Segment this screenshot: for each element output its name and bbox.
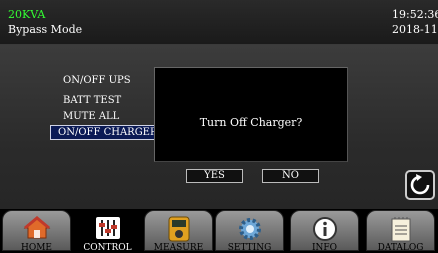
tab-home[interactable]: HOME	[2, 210, 71, 253]
tab-setting-label: SETTING	[227, 243, 272, 253]
bottom-tab-bar: HOME CONTROL MEASURE SETTING INFO DATALO…	[0, 210, 438, 253]
clock-time: 19:52:36	[392, 8, 438, 21]
tab-datalog[interactable]: DATALOG	[366, 210, 435, 253]
sliders-icon	[95, 217, 120, 239]
tab-setting[interactable]: SETTING	[215, 210, 284, 253]
tab-info[interactable]: INFO	[290, 210, 359, 253]
tab-control-label: CONTROL	[83, 243, 132, 253]
clock-date: 2018-11-0	[392, 23, 438, 36]
back-button[interactable]	[405, 170, 435, 200]
menu-item-onoff-charger[interactable]: ON/OFF CHARGER	[50, 125, 165, 140]
operating-mode: Bypass Mode	[8, 23, 83, 36]
dialog-message: Turn Off Charger?	[199, 116, 303, 129]
tab-measure-label: MEASURE	[153, 243, 204, 253]
tab-control[interactable]: CONTROL	[73, 210, 142, 253]
confirm-dialog: Turn Off Charger?	[154, 67, 348, 162]
menu-item-onoff-ups[interactable]: ON/OFF UPS	[63, 75, 131, 86]
yes-button[interactable]: YES	[186, 169, 243, 183]
no-button[interactable]: NO	[262, 169, 319, 183]
multimeter-icon	[168, 216, 189, 242]
device-rating: 20KVA	[8, 8, 46, 21]
tab-home-label: HOME	[20, 243, 52, 253]
tab-info-label: INFO	[311, 243, 338, 253]
status-header: 20KVA Bypass Mode 19:52:36 2018-11-0	[0, 0, 438, 45]
tab-datalog-label: DATALOG	[377, 243, 424, 253]
menu-item-batt-test[interactable]: BATT TEST	[63, 95, 121, 106]
log-icon	[391, 217, 410, 242]
menu-item-mute-all[interactable]: MUTE ALL	[63, 111, 119, 122]
home-icon	[23, 216, 50, 239]
info-icon	[312, 217, 337, 241]
tab-measure[interactable]: MEASURE	[144, 210, 213, 253]
back-arrow-icon	[410, 174, 430, 195]
gear-icon	[238, 218, 261, 240]
